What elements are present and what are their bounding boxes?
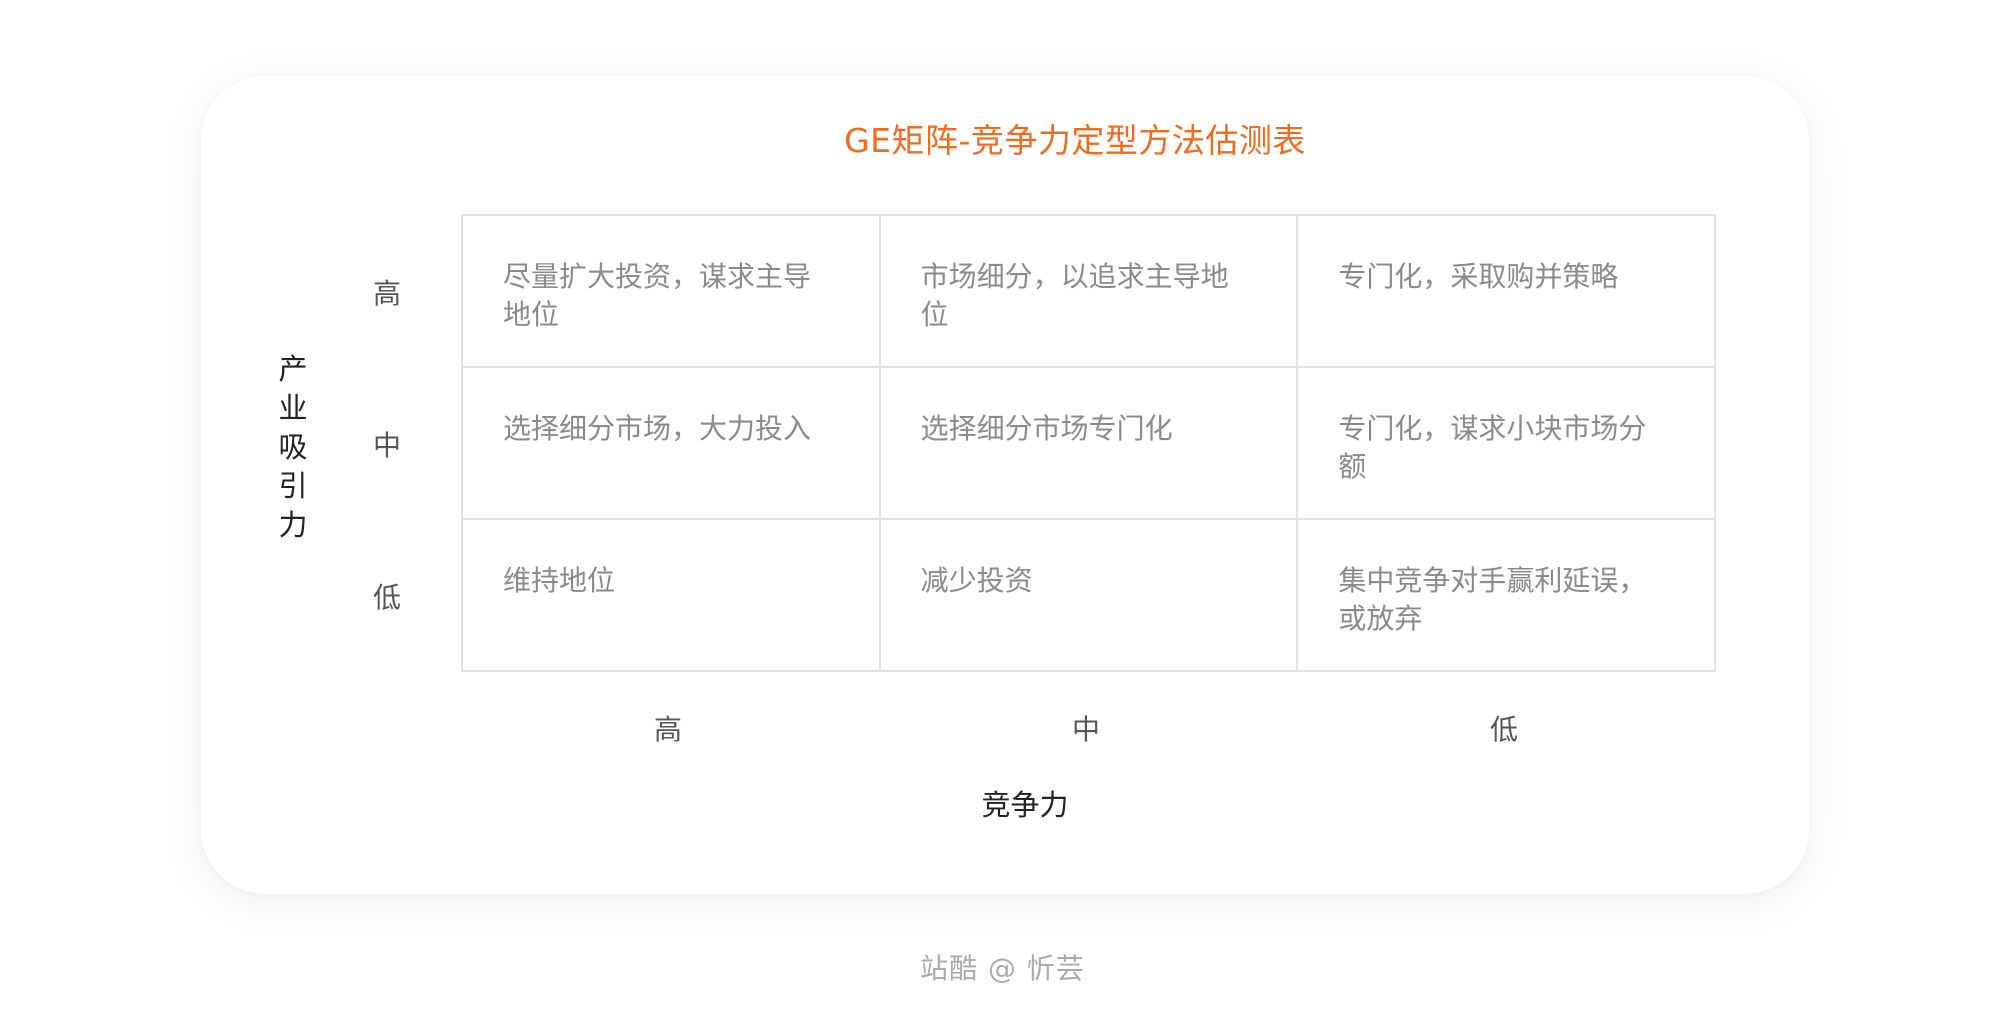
- cell-text-high-low: 专门化，采取购并策略: [1338, 260, 1619, 293]
- cell-text-medium-medium: 选择细分市场专门化: [920, 412, 1173, 445]
- matrix-cell: 专门化，谋求小块市场分额: [1296, 366, 1716, 520]
- y-axis-title: 产业吸引力: [278, 352, 308, 542]
- page: GE矩阵-竞争力定型方法估测表 产业吸引力 高 中 低 尽量扩大投资，谋求主导地…: [0, 0, 2000, 1028]
- cell-text-low-low: 集中竞争对手赢利延误，或放弃: [1338, 564, 1647, 635]
- matrix-row-high: 尽量扩大投资，谋求主导地位 市场细分，以追求主导地位 专门化，采取购并策略: [461, 214, 1716, 368]
- ge-matrix-grid: 尽量扩大投资，谋求主导地位 市场细分，以追求主导地位 专门化，采取购并策略 选择…: [461, 214, 1716, 672]
- col-label-high: 高: [653, 713, 682, 746]
- matrix-cell: 选择细分市场，大力投入: [461, 366, 881, 520]
- cell-text-medium-low: 专门化，谋求小块市场分额: [1338, 412, 1647, 483]
- matrix-cell: 集中竞争对手赢利延误，或放弃: [1296, 518, 1716, 672]
- diagram-title: GE矩阵-竞争力定型方法估测表: [844, 121, 1306, 160]
- matrix-cell: 选择细分市场专门化: [878, 366, 1299, 520]
- row-label-high: 高: [372, 277, 401, 310]
- matrix-cell: 专门化，采取购并策略: [1296, 214, 1716, 368]
- matrix-row-low: 维持地位 减少投资 集中竞争对手赢利延误，或放弃: [461, 518, 1716, 672]
- matrix-cell: 减少投资: [878, 518, 1299, 672]
- matrix-row-medium: 选择细分市场，大力投入 选择细分市场专门化 专门化，谋求小块市场分额: [461, 366, 1716, 520]
- col-label-low: 低: [1489, 713, 1518, 746]
- matrix-cell: 市场细分，以追求主导地位: [878, 214, 1299, 368]
- cell-text-high-medium: 市场细分，以追求主导地位: [920, 260, 1229, 331]
- row-label-low: 低: [372, 581, 401, 614]
- watermark: 站酷 @ 忻芸: [920, 952, 1085, 985]
- cell-text-low-high: 维持地位: [503, 564, 616, 597]
- col-label-medium: 中: [1071, 713, 1100, 746]
- cell-text-high-high: 尽量扩大投资，谋求主导地位: [503, 260, 812, 331]
- x-axis-title: 竞争力: [981, 788, 1069, 822]
- row-label-medium: 中: [372, 429, 401, 462]
- cell-text-low-medium: 减少投资: [920, 564, 1033, 597]
- matrix-cell: 尽量扩大投资，谋求主导地位: [461, 214, 881, 368]
- cell-text-medium-high: 选择细分市场，大力投入: [503, 412, 812, 445]
- matrix-cell: 维持地位: [461, 518, 881, 672]
